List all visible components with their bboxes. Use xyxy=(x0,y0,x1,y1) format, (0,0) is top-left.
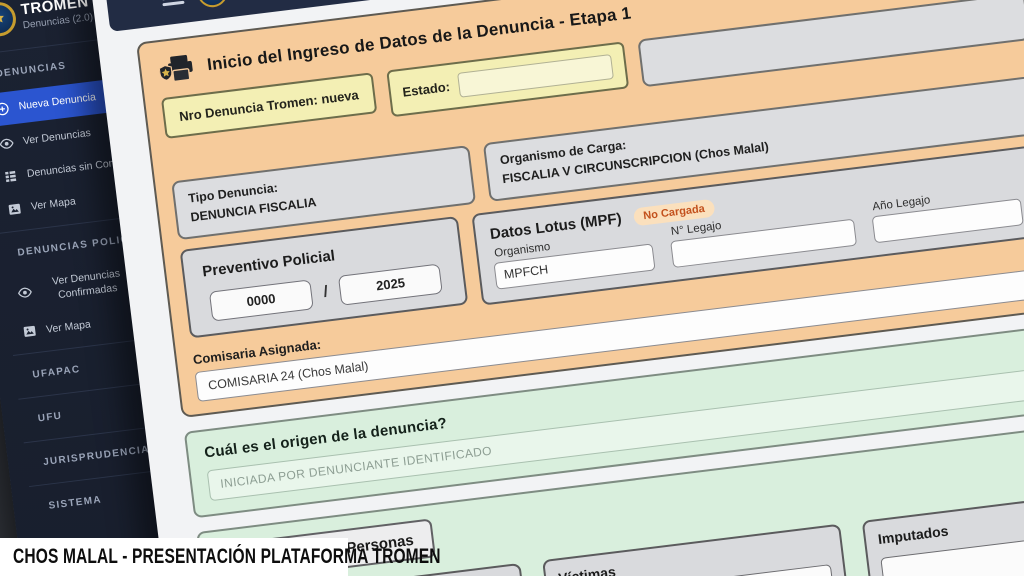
plus-circle-icon xyxy=(0,101,11,118)
caption-text: CHOS MALAL - PRESENTACIÓN PLATAFORMA TRO… xyxy=(13,545,441,569)
nro-denuncia-box: Nro Denuncia Tromen: nueva xyxy=(161,72,377,139)
tromen-logo-icon xyxy=(0,0,18,38)
imputados-panel: Imputados + Agregar Imputado xyxy=(862,484,1024,576)
list-grid-icon xyxy=(2,168,19,185)
denuncia-printer-shield-icon xyxy=(158,52,197,86)
slash-separator: / xyxy=(323,283,330,301)
eye-icon xyxy=(17,284,34,301)
estado-label: Estado: xyxy=(402,79,451,100)
main-content: Inicio del Ingreso de Datos de la Denunc… xyxy=(110,0,1024,576)
map-icon xyxy=(6,201,23,218)
estado-input[interactable] xyxy=(457,54,614,98)
caption-bar: CHOS MALAL - PRESENTACIÓN PLATAFORMA TRO… xyxy=(0,538,348,576)
eye-icon xyxy=(0,135,15,152)
presentation-slide: TROMEN Denuncias (2.0) DENUNCIAS Nueva D… xyxy=(0,0,1024,576)
preventivo-numero-input[interactable] xyxy=(209,279,314,321)
navbar-logo-icon xyxy=(196,0,229,9)
menu-toggle-icon[interactable] xyxy=(161,0,185,6)
map-icon xyxy=(21,323,38,340)
preventivo-anio-input[interactable] xyxy=(338,263,443,305)
app-window: Nueva Denuncia Inicio del Ingreso de Dat… xyxy=(90,0,1024,576)
victimas-panel: Víctimas + xyxy=(542,523,866,576)
